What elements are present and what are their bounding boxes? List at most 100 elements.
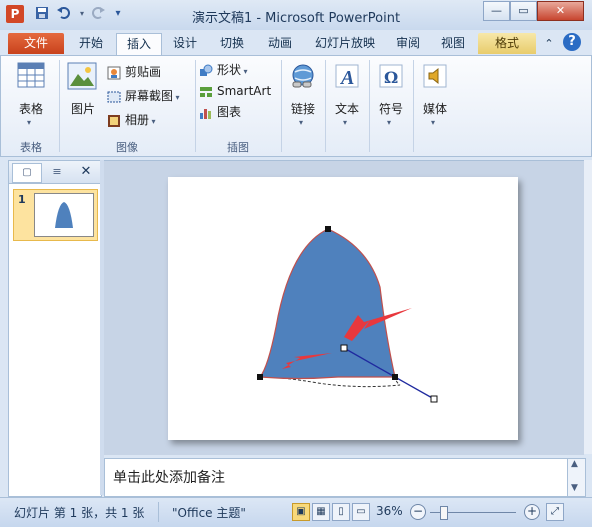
picture-button[interactable]: 图片	[63, 60, 103, 120]
chart-icon	[199, 106, 213, 120]
zoom-level[interactable]: 36%	[376, 504, 403, 518]
group-divider	[59, 60, 60, 152]
close-button[interactable]: ✕	[537, 1, 584, 21]
shapes-button[interactable]: 形状 ▾	[199, 60, 273, 80]
links-button[interactable]: 链接 ▾	[285, 60, 321, 136]
picture-icon	[67, 62, 97, 90]
smartart-button[interactable]: SmartArt	[199, 81, 277, 101]
screenshot-label: 屏幕截图	[125, 89, 174, 103]
screenshot-icon	[107, 90, 121, 104]
status-bar: 幻灯片 第 1 张，共 1 张 "Office 主题" ▣ ▦ ▯ ▭ 36% …	[0, 497, 592, 527]
shapes-icon	[199, 64, 213, 78]
svg-text:A: A	[339, 67, 354, 89]
screenshot-button[interactable]: 屏幕截图 ▾	[107, 86, 191, 106]
reading-view-icon[interactable]: ▯	[332, 503, 350, 521]
tab-animations[interactable]: 动画	[258, 33, 302, 54]
globe-link-icon	[289, 62, 317, 90]
group-divider	[281, 60, 282, 152]
normal-view-icon[interactable]: ▣	[292, 503, 310, 521]
slide-drawing	[257, 226, 438, 403]
slides-tab-icon[interactable]: ▢	[12, 163, 42, 183]
bezier-handle-line	[394, 376, 435, 400]
outline-tab-icon[interactable]: ≡	[43, 163, 71, 181]
chart-button[interactable]: 图表	[199, 102, 273, 122]
chevron-down-icon: ▾	[431, 118, 436, 127]
media-button[interactable]: 媒体 ▾	[417, 60, 453, 136]
ribbon: 表格 ▾ 表格 图片 剪贴画 屏幕截图 ▾ 相册 ▾ 图像 形状 ▾ Smart…	[0, 55, 592, 157]
zoom-slider-thumb[interactable]	[440, 506, 448, 520]
tab-view[interactable]: 视图	[432, 33, 474, 54]
smartart-label: SmartArt	[217, 84, 272, 98]
group-label-tables: 表格	[20, 141, 42, 154]
smartart-icon	[199, 85, 213, 99]
restore-button[interactable]: ▭	[510, 1, 537, 21]
slide-count-status: 幻灯片 第 1 张，共 1 张	[14, 506, 145, 520]
media-button-label: 媒体	[422, 102, 447, 116]
picture-button-label: 图片	[70, 102, 95, 116]
tab-home[interactable]: 开始	[70, 33, 112, 54]
shapes-label: 形状	[217, 63, 242, 77]
minimize-button[interactable]: —	[483, 1, 510, 21]
group-label-images: 图像	[116, 141, 138, 154]
bezier-handle-point[interactable]	[340, 344, 348, 352]
vertex-point[interactable]	[392, 374, 398, 380]
symbols-button[interactable]: Ω 符号 ▾	[373, 60, 409, 136]
help-icon[interactable]: ?	[563, 33, 581, 51]
table-icon	[17, 62, 45, 88]
title-bar: P ▾ ▾ 演示文稿1 - Microsoft PowerPoint — ▭ ✕	[0, 0, 592, 31]
chevron-down-icon: ▾	[387, 118, 392, 127]
zoom-out-icon[interactable]: −	[410, 504, 426, 520]
vertex-point[interactable]	[257, 374, 263, 380]
zoom-in-icon[interactable]: +	[524, 504, 540, 520]
group-divider	[369, 60, 370, 152]
close-pane-icon[interactable]: ✕	[77, 163, 95, 181]
minimize-ribbon-icon[interactable]: ⌃	[542, 33, 556, 54]
bezier-handle-point[interactable]	[430, 395, 438, 403]
photo-album-icon	[107, 114, 121, 128]
text-box-icon: A	[333, 62, 361, 90]
chevron-down-icon: ▾	[27, 118, 32, 127]
slide-thumbnail	[34, 193, 94, 237]
tab-format[interactable]: 格式	[478, 33, 536, 54]
group-label-illustrations: 插图	[227, 141, 249, 154]
chevron-down-icon: ▾	[343, 118, 348, 127]
text-button-label: 文本	[334, 102, 359, 116]
slide-canvas[interactable]	[168, 177, 518, 440]
chevron-down-icon: ▾	[241, 67, 248, 76]
links-button-label: 链接	[290, 102, 315, 116]
photo-album-button[interactable]: 相册 ▾	[107, 110, 187, 130]
slides-pane-tabs: ▢ ≡ ✕	[9, 161, 101, 184]
table-button[interactable]: 表格 ▾	[7, 60, 55, 136]
vertical-scrollbar[interactable]	[584, 160, 592, 454]
tab-review[interactable]: 审阅	[388, 33, 428, 54]
status-divider	[158, 502, 159, 522]
clipart-icon	[107, 66, 121, 80]
slide-number: 1	[18, 193, 26, 206]
slide-sorter-view-icon[interactable]: ▦	[312, 503, 330, 521]
group-divider	[325, 60, 326, 152]
vertex-point[interactable]	[325, 226, 331, 232]
speaker-icon	[421, 62, 449, 90]
scroll-down-icon[interactable]: ▼	[571, 483, 578, 493]
theme-status[interactable]: "Office 主题"	[172, 504, 246, 521]
bell-curve-shape[interactable]	[258, 228, 396, 380]
tab-file[interactable]: 文件	[8, 33, 64, 54]
tab-transitions[interactable]: 切换	[210, 33, 254, 54]
chevron-down-icon: ▾	[173, 93, 180, 102]
symbols-button-label: 符号	[378, 102, 403, 116]
tab-slideshow[interactable]: 幻灯片放映	[306, 33, 384, 54]
tab-design[interactable]: 设计	[164, 33, 206, 54]
text-button[interactable]: A 文本 ▾	[329, 60, 365, 136]
slide-thumbnail-item[interactable]: 1	[13, 189, 98, 241]
slideshow-view-icon[interactable]: ▭	[352, 503, 370, 521]
chevron-down-icon: ▾	[299, 118, 304, 127]
clipart-button[interactable]: 剪贴画	[107, 62, 187, 82]
scroll-up-icon[interactable]: ▲	[571, 459, 578, 469]
slide-editing-area	[104, 160, 584, 455]
tab-insert[interactable]: 插入	[116, 33, 162, 56]
ribbon-tabs: 文件 开始 插入 设计 切换 动画 幻灯片放映 审阅 视图 格式 ⌃ ?	[0, 30, 592, 56]
notes-scrollbar[interactable]: ▲ ▼	[567, 458, 586, 497]
fit-to-window-icon[interactable]: ⤢	[546, 503, 564, 521]
clipart-label: 剪贴画	[125, 65, 162, 79]
notes-pane[interactable]: 单击此处添加备注	[104, 458, 568, 497]
